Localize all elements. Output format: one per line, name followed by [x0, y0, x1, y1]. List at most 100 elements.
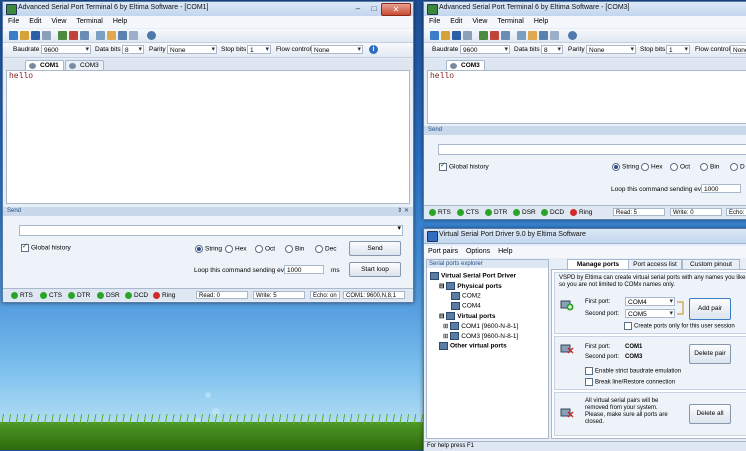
parity-select[interactable]: None: [167, 45, 217, 54]
tree-v3-label: COM3 [9600-N-8-1]: [461, 333, 519, 340]
databits-select[interactable]: 8: [541, 45, 563, 54]
radio-dec[interactable]: D: [730, 163, 745, 171]
radio-oct[interactable]: Oct: [670, 163, 690, 171]
tree-item-com3[interactable]: ⊞ COM3 [9600-N-8-1]: [443, 332, 519, 341]
flow-select[interactable]: None: [311, 45, 363, 54]
strict-baudrate-checkbox[interactable]: Enable strict baudrate emulation: [585, 367, 681, 375]
send-input[interactable]: [438, 144, 746, 155]
menu-edit[interactable]: Edit: [445, 16, 467, 28]
radio-bin[interactable]: Bin: [285, 245, 304, 253]
menu-terminal[interactable]: Terminal: [492, 16, 528, 28]
minimize-icon[interactable]: –: [351, 3, 365, 14]
databits-select[interactable]: 8: [122, 45, 144, 54]
add-first-port-select[interactable]: COM4: [625, 297, 675, 306]
tab-custom-pinout[interactable]: Custom pinout: [682, 259, 740, 269]
radio-hex[interactable]: Hex: [641, 163, 663, 171]
open-icon[interactable]: [441, 31, 450, 40]
led-dsr-label: DSR: [106, 292, 120, 300]
close-icon[interactable]: ✕: [381, 3, 411, 16]
tree-root[interactable]: Virtual Serial Port Driver: [430, 272, 516, 280]
flow-select[interactable]: None: [730, 45, 746, 54]
collapse-icon[interactable]: ⊟: [439, 313, 446, 320]
global-history-checkbox[interactable]: Global history: [439, 161, 489, 171]
expand-icon[interactable]: ⊞: [443, 333, 450, 340]
menu-help[interactable]: Help: [108, 16, 132, 28]
delete-pair-button[interactable]: Delete pair: [689, 344, 731, 364]
menu-port-pairs[interactable]: Port pairs: [424, 246, 462, 258]
menu-view[interactable]: View: [46, 16, 71, 28]
radio-string[interactable]: String: [612, 163, 639, 171]
led-icon: [429, 209, 436, 216]
radio-bin[interactable]: Bin: [700, 163, 719, 171]
tree-item-com4[interactable]: COM4: [451, 302, 481, 310]
tab-manage-ports[interactable]: Manage ports: [567, 259, 629, 269]
disconnect-icon[interactable]: [490, 31, 499, 40]
menu-edit[interactable]: Edit: [24, 16, 46, 28]
baudrate-select[interactable]: 9600: [41, 45, 91, 54]
script-icon[interactable]: [528, 31, 537, 40]
open-icon[interactable]: [20, 31, 29, 40]
menu-terminal[interactable]: Terminal: [71, 16, 107, 28]
options-icon[interactable]: [147, 31, 156, 40]
send-button[interactable]: Send: [349, 241, 401, 256]
add-pair-button[interactable]: Add pair: [689, 298, 731, 320]
tree-physical-ports[interactable]: ⊟ Physical ports: [439, 282, 502, 291]
radio-dec[interactable]: Dec: [315, 245, 337, 253]
disconnect-icon[interactable]: [69, 31, 78, 40]
session-checkbox[interactable]: Create ports only for this user session: [624, 322, 735, 330]
loop-interval-input[interactable]: 1000: [284, 265, 324, 274]
start-loop-button[interactable]: Start loop: [349, 262, 401, 277]
new-icon[interactable]: [430, 31, 439, 40]
pin-icon[interactable]: ⇕ ✕: [397, 207, 409, 216]
flow-label: Flow control: [695, 46, 731, 53]
tab-port-access-list[interactable]: Port access list: [628, 259, 682, 269]
settings-icon[interactable]: [463, 31, 472, 40]
expand-icon[interactable]: ⊞: [443, 323, 450, 330]
menu-file[interactable]: File: [424, 16, 445, 28]
menu-view[interactable]: View: [467, 16, 492, 28]
menu-options[interactable]: Options: [462, 246, 494, 258]
save-icon[interactable]: [31, 31, 40, 40]
break-line-checkbox[interactable]: Break line/Restore connection: [585, 378, 675, 386]
collapse-icon[interactable]: ⊟: [439, 283, 446, 290]
macro-icon[interactable]: [118, 31, 127, 40]
tree-virtual-ports[interactable]: ⊟ Virtual ports: [439, 312, 495, 321]
menu-file[interactable]: File: [3, 16, 24, 28]
options-icon[interactable]: [568, 31, 577, 40]
tree-item-com2[interactable]: COM2: [451, 292, 481, 300]
menu-help[interactable]: Help: [494, 246, 516, 258]
global-history-checkbox[interactable]: Global history: [21, 242, 71, 252]
log-icon[interactable]: [517, 31, 526, 40]
stopbits-select[interactable]: 1: [247, 45, 271, 54]
clear-icon[interactable]: [501, 31, 510, 40]
radio-hex[interactable]: Hex: [225, 245, 247, 253]
view-icon[interactable]: [129, 31, 138, 40]
script-icon[interactable]: [107, 31, 116, 40]
maximize-icon[interactable]: □: [367, 3, 381, 14]
clear-icon[interactable]: [80, 31, 89, 40]
baudrate-select[interactable]: 9600: [460, 45, 510, 54]
parity-select[interactable]: None: [586, 45, 636, 54]
terminal-output[interactable]: hello: [427, 70, 746, 124]
loop-interval-input[interactable]: 1000: [701, 184, 741, 193]
tree-other-ports[interactable]: Other virtual ports: [439, 342, 507, 350]
log-icon[interactable]: [96, 31, 105, 40]
macro-icon[interactable]: [539, 31, 548, 40]
connect-icon[interactable]: [58, 31, 67, 40]
new-icon[interactable]: [9, 31, 18, 40]
stopbits-select[interactable]: 1: [666, 45, 690, 54]
delete-all-button[interactable]: Delete all: [689, 404, 731, 424]
info-icon[interactable]: i: [369, 45, 378, 54]
menu-help[interactable]: Help: [529, 16, 553, 28]
add-second-port-select[interactable]: COM5: [625, 309, 675, 318]
radio-string[interactable]: String: [195, 245, 222, 253]
led-cts-label: CTS: [49, 292, 62, 300]
send-input[interactable]: [19, 224, 403, 236]
settings-icon[interactable]: [42, 31, 51, 40]
view-icon[interactable]: [550, 31, 559, 40]
connect-icon[interactable]: [479, 31, 488, 40]
radio-oct[interactable]: Oct: [255, 245, 275, 253]
tree-item-com1[interactable]: ⊞ COM1 [9600-N-8-1]: [443, 322, 518, 331]
save-icon[interactable]: [452, 31, 461, 40]
terminal-output[interactable]: hello: [6, 70, 410, 204]
